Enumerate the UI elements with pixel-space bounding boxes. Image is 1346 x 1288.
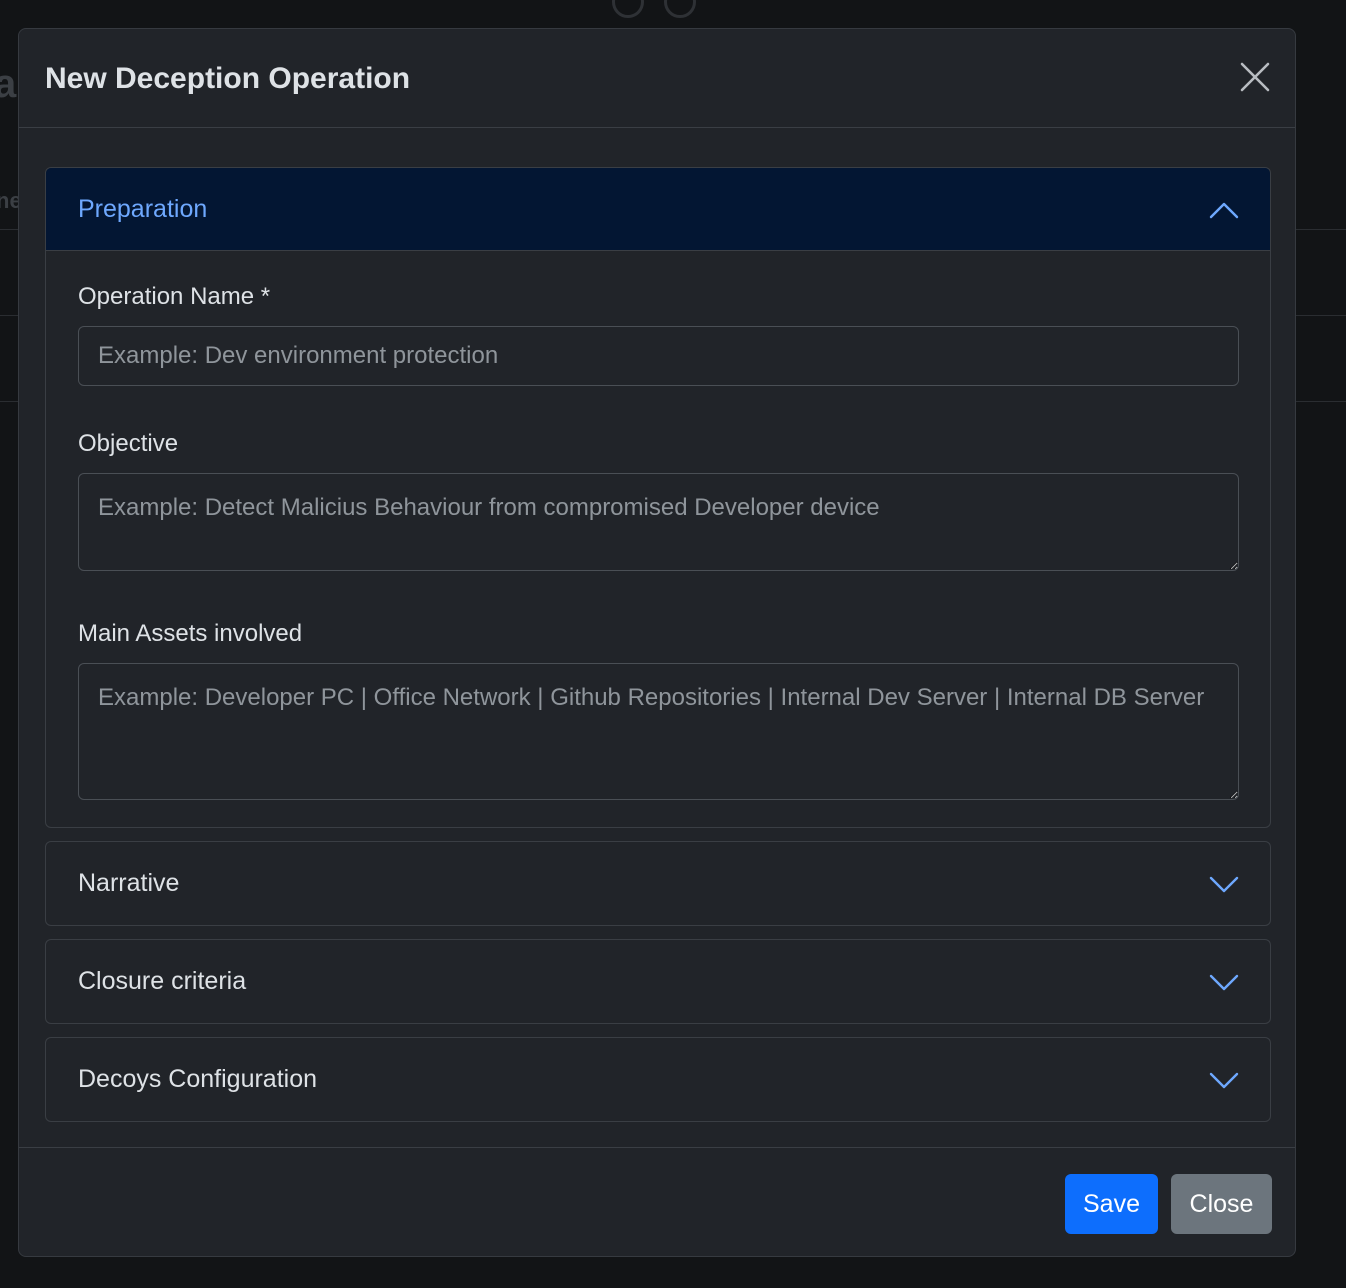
accordion-item-decoys-configuration: Decoys Configuration [45,1037,1271,1122]
accordion-header-decoys-configuration[interactable]: Decoys Configuration [46,1038,1270,1121]
background-page-title: a [0,62,17,106]
close-button[interactable]: Close [1171,1174,1272,1234]
close-x-icon[interactable] [1237,59,1273,95]
accordion-header-label: Preparation [78,194,208,223]
background-header-icons [612,0,696,18]
accordion-header-label: Decoys Configuration [78,1065,318,1093]
background-avatar-icon [612,0,644,18]
modal-header: New Deception Operation [19,29,1295,128]
new-operation-modal: New Deception Operation Preparation Oper… [18,28,1296,1257]
operation-name-input[interactable] [78,326,1239,386]
chevron-down-icon [1209,876,1239,893]
background-settings-icon [664,0,696,18]
operation-name-label: Operation Name * [78,283,271,310]
chevron-down-icon [1209,974,1239,991]
accordion-header-narrative[interactable]: Narrative [46,842,1270,925]
chevron-down-icon [1209,1072,1239,1089]
chevron-up-icon [1209,202,1239,219]
modal-title: New Deception Operation [45,62,411,95]
accordion-item-narrative: Narrative [45,841,1271,926]
save-button[interactable]: Save [1065,1174,1158,1234]
modal-body: Preparation Operation Name * Objective M… [45,167,1271,1122]
accordion-header-preparation[interactable]: Preparation [46,168,1270,251]
objective-label: Objective [78,430,179,457]
accordion-header-label: Closure criteria [78,967,247,995]
accordion-content-preparation: Operation Name * Objective Main Assets i… [46,251,1270,805]
objective-textarea[interactable] [78,473,1239,571]
main-assets-textarea[interactable] [78,663,1239,800]
accordion-item-preparation: Preparation Operation Name * Objective M… [45,167,1271,828]
modal-footer: Save Close [19,1147,1295,1257]
accordion-header-label: Narrative [78,869,180,897]
accordion-header-closure-criteria[interactable]: Closure criteria [46,940,1270,1023]
accordion-item-closure-criteria: Closure criteria [45,939,1271,1024]
main-assets-label: Main Assets involved [78,620,303,647]
